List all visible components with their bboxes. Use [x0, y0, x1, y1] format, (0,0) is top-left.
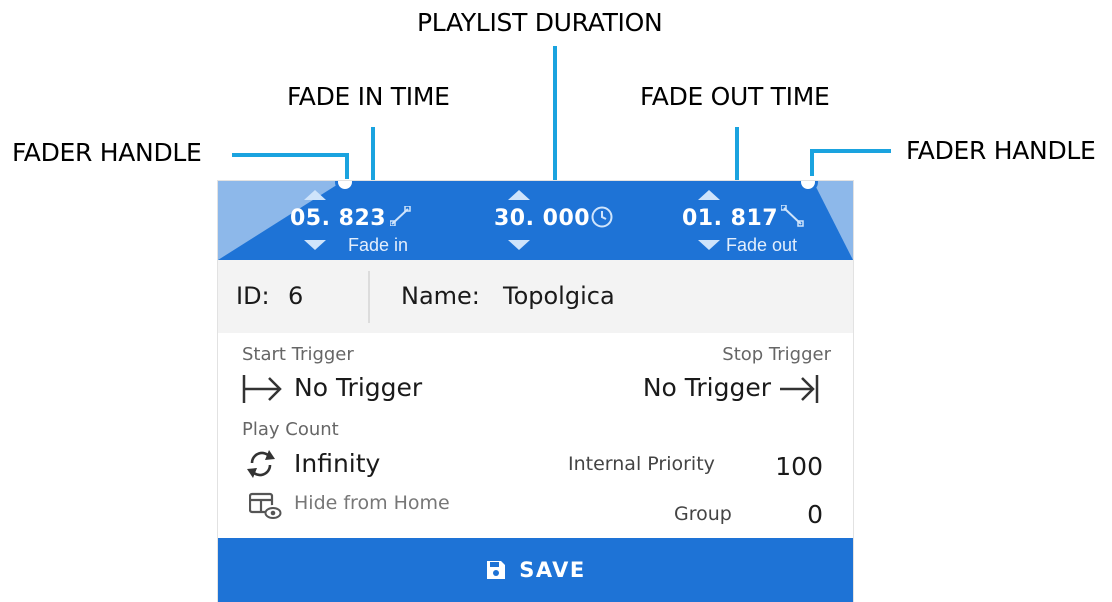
- fade-header: 05. 823 Fade in 30. 000 01. 817 Fade out: [218, 181, 853, 260]
- callout-playlist-duration: PLAYLIST DURATION: [417, 8, 663, 37]
- fade-in-icon: [390, 206, 411, 226]
- callout-line-fader-right-h: [810, 149, 891, 153]
- playlist-card: 05. 823 Fade in 30. 000 01. 817 Fade out: [217, 180, 854, 602]
- stop-trigger-label: Stop Trigger: [722, 344, 831, 365]
- duration-decrease[interactable]: [508, 240, 530, 250]
- callout-line-fader-right-v: [810, 149, 814, 176]
- save-icon: [487, 561, 506, 579]
- play-count-label: Play Count: [242, 419, 339, 440]
- id-label: ID:: [236, 282, 270, 310]
- hide-from-home-icon[interactable]: [249, 492, 283, 522]
- internal-priority-value[interactable]: 100: [775, 452, 823, 481]
- name-label: Name:: [401, 282, 480, 310]
- repeat-icon: [247, 450, 275, 478]
- name-value[interactable]: Topolgica: [503, 282, 615, 310]
- fade-out-decrease[interactable]: [698, 240, 720, 250]
- callout-line-fader-left-h: [232, 153, 348, 157]
- callout-line-duration: [553, 46, 557, 184]
- start-trigger-icon: [242, 375, 282, 403]
- play-count-value[interactable]: Infinity: [294, 449, 380, 478]
- save-label: SAVE: [519, 558, 586, 582]
- id-name-row: ID: 6 Name: Topolgica: [218, 260, 853, 333]
- fade-out-value[interactable]: 01. 817: [682, 206, 778, 231]
- duration-increase[interactable]: [508, 190, 530, 200]
- start-trigger-value[interactable]: No Trigger: [294, 373, 422, 402]
- group-label: Group: [674, 503, 732, 525]
- fade-out-increase[interactable]: [698, 190, 720, 200]
- duration-value[interactable]: 30. 000: [494, 206, 590, 231]
- fade-out-ramp: [813, 181, 853, 260]
- fade-in-increase[interactable]: [304, 190, 326, 200]
- stop-trigger-value[interactable]: No Trigger: [643, 373, 771, 402]
- fade-in-value[interactable]: 05. 823: [290, 206, 386, 231]
- callout-fade-out-time: FADE OUT TIME: [640, 82, 830, 111]
- callout-line-fader-left-v: [345, 153, 349, 179]
- fade-out-label: Fade out: [726, 235, 798, 255]
- fade-in-label: Fade in: [348, 235, 409, 255]
- id-value: 6: [288, 282, 304, 310]
- id-name-divider: [368, 271, 370, 323]
- hide-from-home-label[interactable]: Hide from Home: [294, 492, 450, 514]
- stop-trigger-icon: [780, 375, 819, 403]
- fade-in-decrease[interactable]: [304, 240, 326, 250]
- group-value[interactable]: 0: [807, 500, 823, 529]
- fade-out-icon: [781, 205, 804, 227]
- callout-fader-handle-left: FADER HANDLE: [12, 138, 202, 167]
- clock-icon: [591, 206, 613, 228]
- callout-fade-in-time: FADE IN TIME: [287, 82, 450, 111]
- save-button[interactable]: SAVE: [218, 538, 853, 602]
- start-trigger-label: Start Trigger: [242, 344, 354, 365]
- internal-priority-label: Internal Priority: [568, 453, 715, 475]
- callout-fader-handle-right: FADER HANDLE: [906, 136, 1096, 165]
